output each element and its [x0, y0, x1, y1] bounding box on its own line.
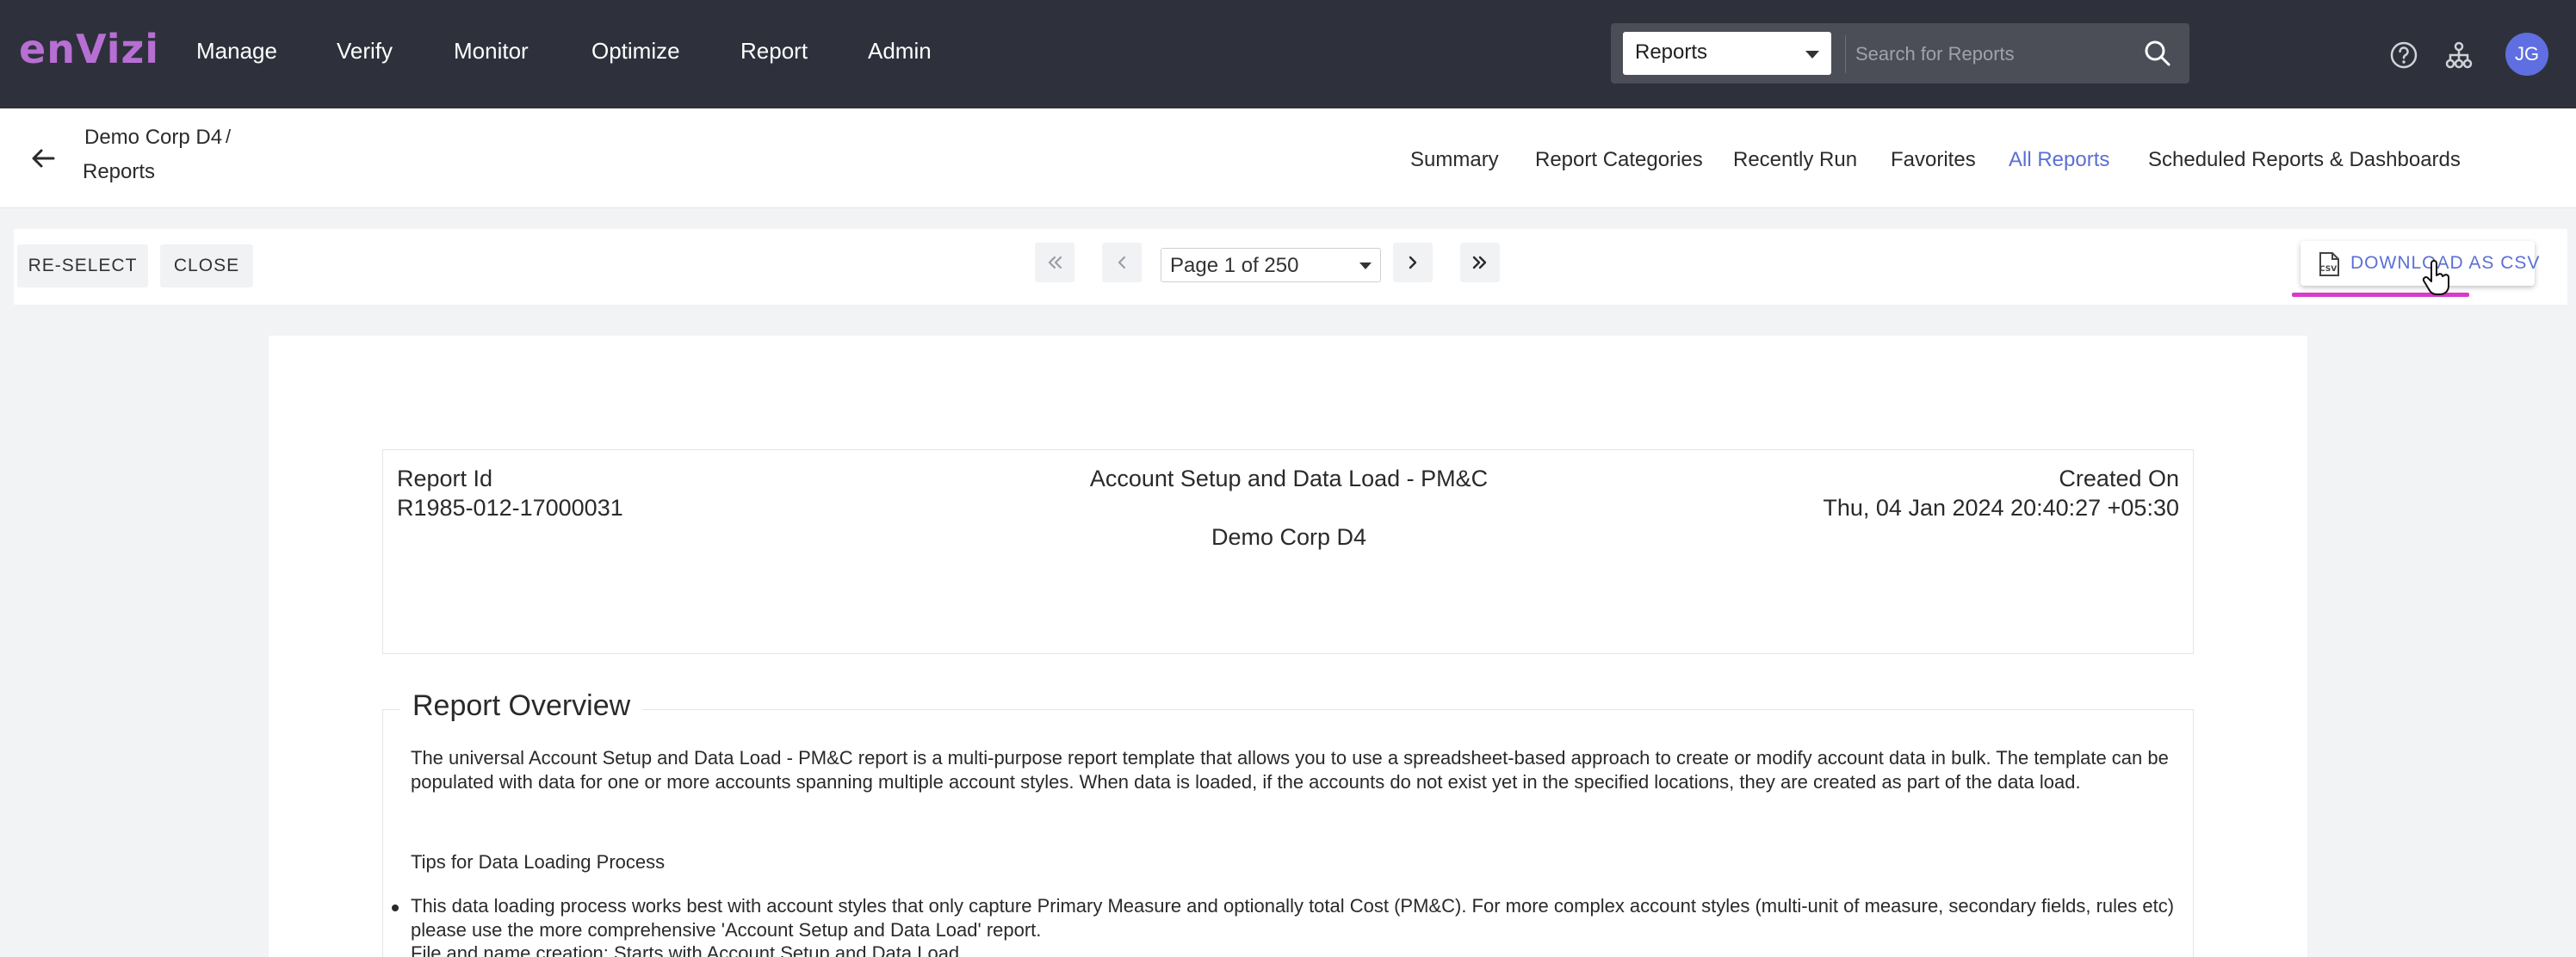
overview-title: Report Overview	[400, 689, 643, 723]
back-arrow-icon[interactable]	[26, 141, 60, 176]
tips-heading: Tips for Data Loading Process	[411, 851, 666, 873]
tab-scheduled-reports[interactable]: Scheduled Reports & Dashboards	[2148, 148, 2461, 172]
double-chevron-left-icon	[1048, 256, 1062, 269]
nav-monitor[interactable]: Monitor	[454, 38, 529, 65]
caret-down-icon	[1805, 51, 1819, 59]
tab-all-reports[interactable]: All Reports	[2009, 148, 2109, 172]
nav-report[interactable]: Report	[740, 38, 808, 65]
breadcrumb-current: Reports	[83, 160, 156, 183]
tab-favorites[interactable]: Favorites	[1891, 148, 1976, 172]
chevron-left-icon	[1118, 256, 1126, 269]
nav-optimize[interactable]: Optimize	[591, 38, 680, 65]
report-header-box: Report Id R1985-012-17000031 Account Set…	[382, 449, 2194, 654]
page-header: Demo Corp D4 / Reports Summary Report Ca…	[0, 108, 2576, 208]
double-chevron-right-icon	[1472, 256, 1487, 269]
tip-bullet-1: This data loading process works best wit…	[411, 895, 2175, 941]
overview-paragraph: The universal Account Setup and Data Loa…	[411, 747, 2169, 793]
tip-bullet-2-partial: File and name creation: Starts with Acco…	[411, 942, 975, 957]
search-input[interactable]	[1855, 35, 2131, 73]
reselect-button[interactable]: RE-SELECT	[17, 244, 148, 287]
report-toolbar: RE-SELECT CLOSE Page 1 of 250 CSV DOWNLO…	[14, 229, 2567, 305]
download-csv-button[interactable]: CSV DOWNLOAD AS CSV	[2300, 241, 2539, 286]
next-page-button[interactable]	[1393, 243, 1433, 282]
hierarchy-icon[interactable]	[2442, 38, 2476, 72]
top-navigation-bar: enVizi Manage Verify Monitor Optimize Re…	[0, 0, 2576, 108]
created-on-label: Created On	[2059, 466, 2179, 491]
breadcrumb-parent[interactable]: Demo Corp D4	[84, 126, 222, 150]
created-on-value: Thu, 04 Jan 2024 20:40:27 +05:30	[1823, 495, 2179, 521]
user-avatar[interactable]: JG	[2505, 33, 2548, 76]
help-icon[interactable]	[2387, 38, 2421, 72]
tab-report-categories[interactable]: Report Categories	[1535, 148, 1703, 172]
caret-down-icon	[1359, 262, 1372, 269]
nav-verify[interactable]: Verify	[337, 38, 393, 65]
chevron-right-icon	[1409, 256, 1417, 269]
search-scope-select[interactable]: Reports	[1623, 32, 1831, 75]
page-select[interactable]: Page 1 of 250	[1161, 248, 1381, 282]
envizi-logo[interactable]: enVizi	[19, 26, 159, 72]
close-button[interactable]: CLOSE	[160, 244, 253, 287]
nav-admin[interactable]: Admin	[868, 38, 932, 65]
report-overview-section: Report Overview The universal Account Se…	[382, 689, 2194, 957]
last-page-button[interactable]	[1460, 243, 1500, 282]
report-organization: Demo Corp D4	[1211, 524, 1367, 550]
svg-text:CSV: CSV	[2319, 265, 2337, 274]
search-icon[interactable]	[2143, 39, 2172, 68]
report-id-value: R1985-012-17000031	[397, 495, 623, 521]
search-divider	[1845, 35, 1846, 73]
search-scope-value: Reports	[1635, 40, 1708, 64]
bullet-dot	[392, 905, 399, 911]
page-select-value: Page 1 of 250	[1170, 254, 1299, 277]
tab-summary[interactable]: Summary	[1410, 148, 1499, 172]
csv-file-icon: CSV	[2319, 252, 2339, 276]
global-search: Reports	[1611, 23, 2189, 83]
first-page-button[interactable]	[1035, 243, 1074, 282]
pointer-cursor-icon	[2422, 260, 2449, 295]
report-preview: Report Id R1985-012-17000031 Account Set…	[269, 336, 2307, 957]
tab-recently-run[interactable]: Recently Run	[1733, 148, 1857, 172]
report-title: Account Setup and Data Load - PM&C	[1089, 466, 1489, 491]
breadcrumb-separator: /	[226, 126, 232, 147]
previous-page-button[interactable]	[1102, 243, 1142, 282]
nav-manage[interactable]: Manage	[196, 38, 277, 65]
